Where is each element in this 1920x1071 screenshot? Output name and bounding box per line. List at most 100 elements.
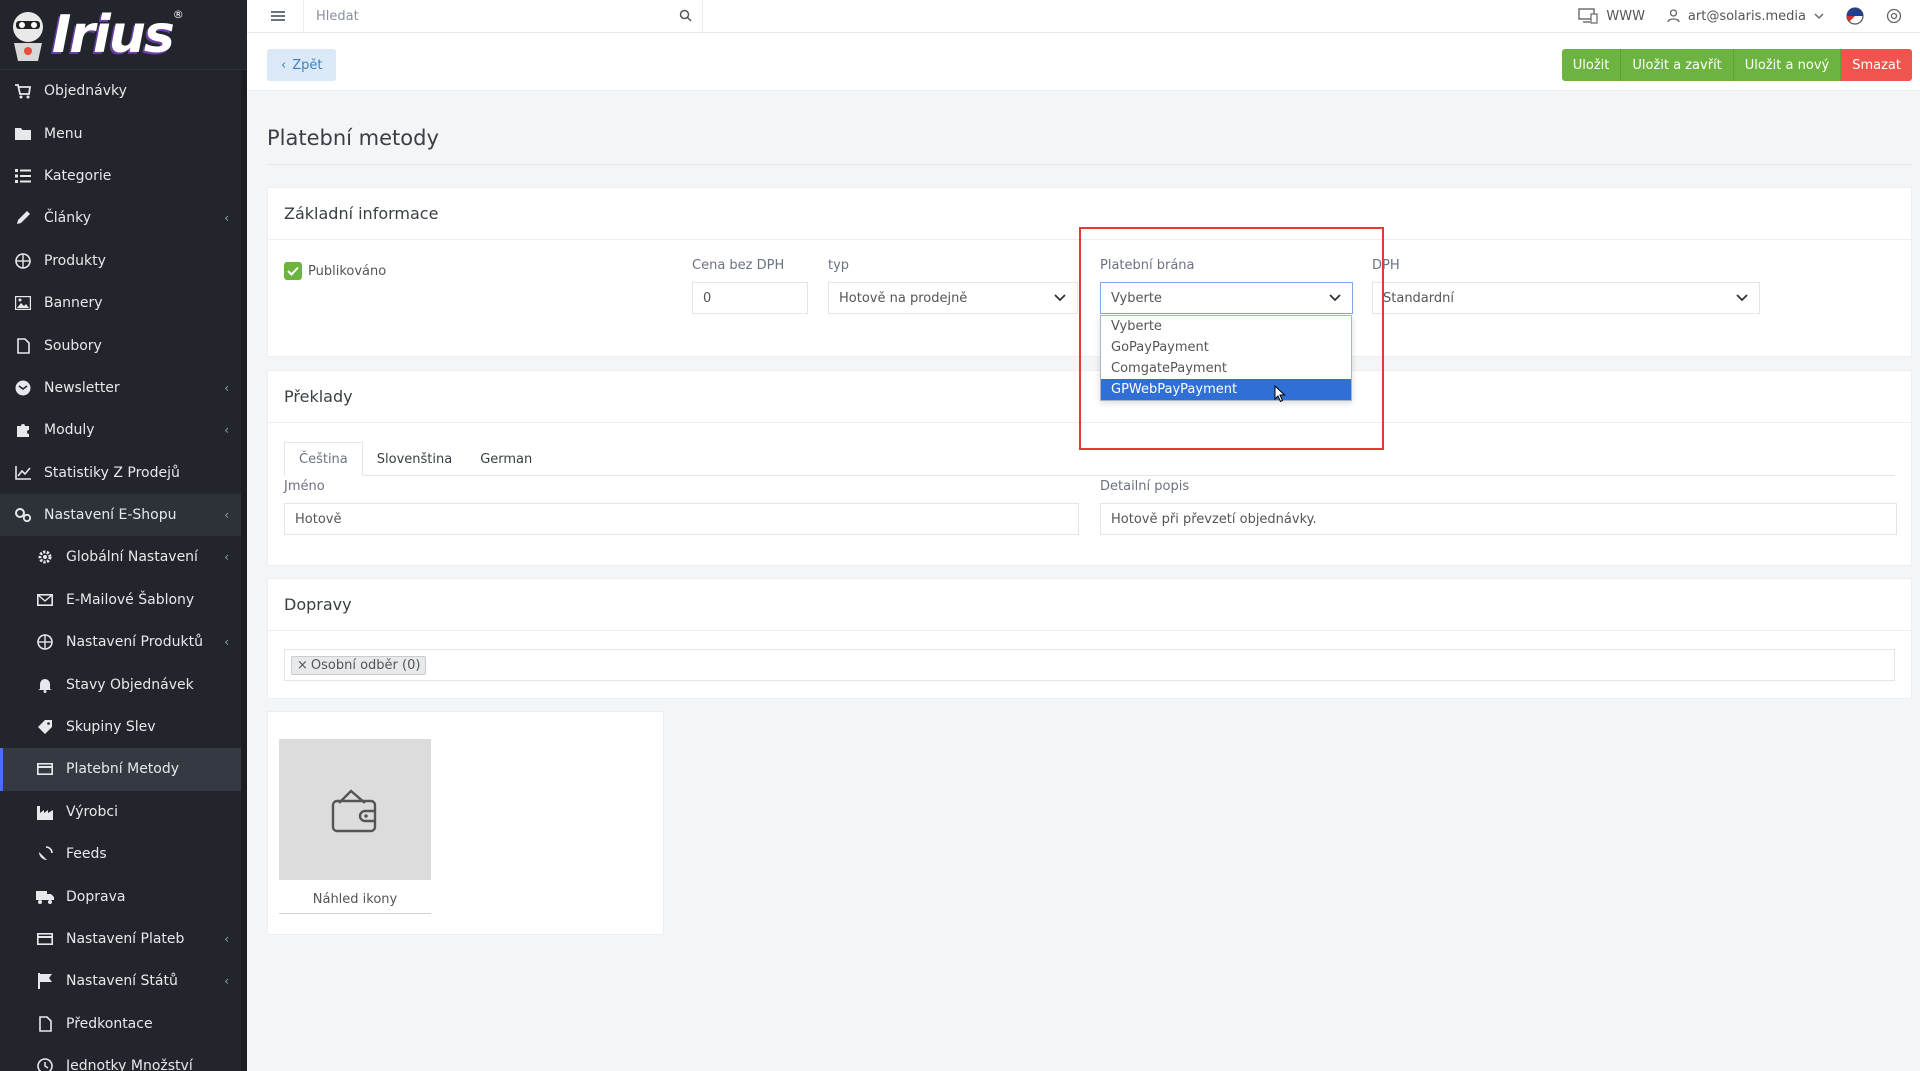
sidebar-item-kategorie[interactable]: Kategorie xyxy=(0,155,247,197)
sidebar-item-vyrobci[interactable]: Výrobci xyxy=(0,791,247,833)
clock-icon xyxy=(36,1057,54,1071)
shipping-card: Dopravy × Osobní odběr (0) xyxy=(267,578,1912,699)
language-tabs: Čeština Slovenština German xyxy=(284,442,1895,476)
tab-cestina[interactable]: Čeština xyxy=(284,442,363,476)
price-label: Cena bez DPH xyxy=(692,258,785,273)
tab-slovenstina[interactable]: Slovenština xyxy=(363,442,466,476)
gateway-select[interactable]: Vyberte xyxy=(1100,282,1353,314)
puzzle-icon xyxy=(14,421,32,439)
published-label: Publikováno xyxy=(308,263,387,279)
shipping-tags-input[interactable]: × Osobní odběr (0) xyxy=(284,649,1895,681)
sidebar-item-feeds[interactable]: Feeds xyxy=(0,833,247,875)
sidebar-item-menu[interactable]: Menu xyxy=(0,112,247,154)
sidebar-item-platebni-metody[interactable]: Platební Metody xyxy=(0,748,247,791)
description-input[interactable]: Hotově při převzetí objednávky. xyxy=(1100,503,1897,535)
user-menu[interactable]: art@solaris.media xyxy=(1667,9,1824,24)
truck-icon xyxy=(36,888,54,906)
save-button[interactable]: Uložit xyxy=(1561,49,1622,81)
chevron-left-icon: ‹ xyxy=(281,57,287,73)
search-input[interactable] xyxy=(304,0,702,32)
gateway-option[interactable]: Vyberte xyxy=(1101,316,1351,337)
sidebar-item-newsletter[interactable]: Newsletter ‹ xyxy=(0,367,247,409)
chart-line-icon xyxy=(14,464,32,482)
page-title: Platební metody xyxy=(267,126,439,150)
vat-select[interactable]: Standardní xyxy=(1372,282,1760,314)
description-label: Detailní popis xyxy=(1100,479,1190,494)
cogs-icon xyxy=(14,506,32,524)
sidebar-item-doprava[interactable]: Doprava xyxy=(0,875,247,917)
logo-text: Irius xyxy=(52,4,175,65)
search-icon[interactable] xyxy=(679,9,692,22)
tag-remove-icon[interactable]: × xyxy=(297,658,308,673)
sidebar-item-label: Menu xyxy=(44,125,83,142)
sidebar-item-nastaveni-produktu[interactable]: Nastavení Produktů ‹ xyxy=(0,621,247,663)
mouse-cursor-icon xyxy=(1274,385,1286,403)
hamburger-menu-icon[interactable] xyxy=(269,7,287,25)
mail-icon xyxy=(36,591,54,609)
sidebar-item-predkontace[interactable]: Předkontace xyxy=(0,1003,247,1045)
sidebar-item-label: Statistiky Z Prodejů xyxy=(44,464,180,481)
icon-preview-card: Náhled ikony xyxy=(267,711,664,935)
sidebar-item-bannery[interactable]: Bannery xyxy=(0,282,247,324)
power-icon[interactable] xyxy=(1886,8,1902,24)
flag-icon xyxy=(36,972,54,990)
sidebar-item-nastaveni-e-shopu[interactable]: Nastavení E-Shopu ‹ xyxy=(0,493,247,537)
sidebar-item-skupiny-slev[interactable]: Skupiny Slev xyxy=(0,706,247,748)
brand-logo[interactable]: Irius ® xyxy=(0,0,247,70)
gateway-option-highlighted[interactable]: GPWebPayPayment xyxy=(1101,379,1351,400)
gateway-option[interactable]: GoPayPayment xyxy=(1101,337,1351,358)
icon-preview-thumbnail[interactable] xyxy=(279,739,431,880)
sidebar-item-objednavky[interactable]: Objednávky xyxy=(0,70,247,112)
sidebar-item-label: Kategorie xyxy=(44,167,112,184)
sidebar-item-nastaveni-statu[interactable]: Nastavení Států ‹ xyxy=(0,960,247,1002)
language-flag-icon[interactable] xyxy=(1846,7,1864,25)
sidebar-item-produkty[interactable]: Produkty xyxy=(0,240,247,282)
sidebar-item-clanky[interactable]: Články ‹ xyxy=(0,197,247,239)
delete-button[interactable]: Smazat xyxy=(1841,49,1912,81)
sidebar-scrollbar[interactable] xyxy=(241,70,247,1071)
folder-icon xyxy=(14,125,32,143)
basketball-icon xyxy=(14,252,32,270)
sidebar-item-statistiky-z-prodeju[interactable]: Statistiky Z Prodejů xyxy=(0,452,247,494)
file-icon xyxy=(14,337,32,355)
sidebar-item-nastaveni-plateb[interactable]: Nastavení Plateb ‹ xyxy=(0,918,247,960)
name-input[interactable]: Hotově xyxy=(284,503,1079,535)
translations-card: Překlady Čeština Slovenština German Jmén… xyxy=(267,370,1912,566)
sidebar-item-soubory[interactable]: Soubory xyxy=(0,324,247,366)
save-and-close-button[interactable]: Uložit a zavřít xyxy=(1621,49,1734,81)
sidebar-item-jednotky-mnozstvi[interactable]: Jednotky Množství xyxy=(0,1045,247,1071)
sidebar-item-stavy-objednavek[interactable]: Stavy Objednávek xyxy=(0,663,247,705)
basic-info-card: Základní informace Publikováno Cena bez … xyxy=(267,187,1912,357)
gateway-option[interactable]: ComgatePayment xyxy=(1101,358,1351,379)
published-checkbox-row[interactable]: Publikováno xyxy=(284,262,386,280)
wallet-icon xyxy=(331,788,377,832)
sidebar-nav: Objednávky Menu Kategorie Články ‹ Produkty Ba… xyxy=(0,70,247,1071)
sidebar-item-label: Objednávky xyxy=(44,83,127,100)
sidebar-item-e-mailove-sablony[interactable]: E-Mailové Šablony xyxy=(0,579,247,621)
chevron-down-icon xyxy=(1736,294,1748,302)
sidebar-item-label: Moduly xyxy=(44,422,95,439)
sidebar-item-label: Výrobci xyxy=(66,803,118,820)
price-input[interactable]: 0 xyxy=(692,282,808,314)
save-and-new-button[interactable]: Uložit a nový xyxy=(1733,49,1842,81)
sidebar-item-label: Platební Metody xyxy=(66,761,180,778)
satellite-dish-icon xyxy=(36,845,54,863)
back-button[interactable]: ‹ Zpět xyxy=(267,49,337,81)
sidebar-item-label: Doprava xyxy=(66,888,126,905)
type-select[interactable]: Hotově na prodejně xyxy=(828,282,1078,314)
tab-german[interactable]: German xyxy=(466,442,546,476)
published-checkbox[interactable] xyxy=(284,262,302,280)
sidebar-item-globalni-nastaveni[interactable]: Globální Nastavení ‹ xyxy=(0,536,247,578)
gateway-value: Vyberte xyxy=(1111,290,1162,306)
www-link[interactable]: WWW xyxy=(1578,8,1645,24)
shipping-tag-label: Osobní odběr (0) xyxy=(310,657,421,673)
credit-card-icon xyxy=(36,930,54,948)
tag-icon xyxy=(36,718,54,736)
name-value: Hotově xyxy=(295,511,342,527)
vat-label: DPH xyxy=(1372,258,1400,273)
sidebar-item-label: Nastavení Produktů xyxy=(66,634,203,651)
action-buttons: Uložit Uložit a zavřít Uložit a nový Sma… xyxy=(1561,49,1912,81)
vat-value: Standardní xyxy=(1383,290,1454,306)
shipping-header: Dopravy xyxy=(268,579,1911,631)
sidebar-item-moduly[interactable]: Moduly ‹ xyxy=(0,409,247,451)
